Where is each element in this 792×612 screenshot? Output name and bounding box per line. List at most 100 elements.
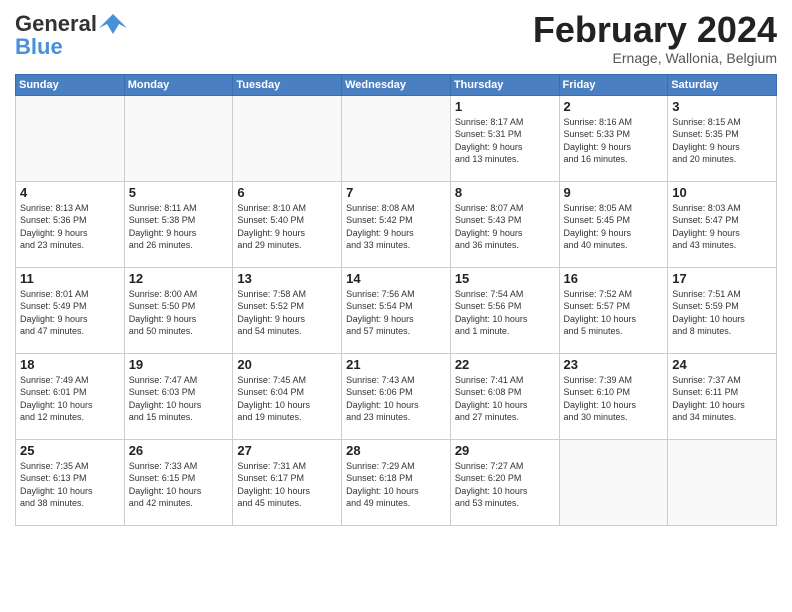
calendar-cell-w5-d5: 29Sunrise: 7:27 AM Sunset: 6:20 PM Dayli…: [450, 439, 559, 525]
day-info: Sunrise: 8:10 AM Sunset: 5:40 PM Dayligh…: [237, 202, 337, 252]
calendar-cell-w1-d4: [342, 95, 451, 181]
title-block: February 2024 Ernage, Wallonia, Belgium: [533, 10, 777, 66]
calendar-cell-w1-d7: 3 Sunrise: 8:15 AM Sunset: 5:35 PM Daylig…: [668, 95, 777, 181]
day-number: 15: [455, 271, 555, 286]
day-number: 3: [672, 99, 772, 114]
calendar-cell-w5-d4: 28Sunrise: 7:29 AM Sunset: 6:18 PM Dayli…: [342, 439, 451, 525]
calendar-cell-w1-d5: 1 Sunrise: 8:17 AM Sunset: 5:31 PM Daylig…: [450, 95, 559, 181]
header: General Blue February 2024 Ernage, Wallo…: [15, 10, 777, 66]
calendar-cell-w1-d1: [16, 95, 125, 181]
logo-blue: Blue: [15, 34, 63, 60]
month-title: February 2024: [533, 10, 777, 50]
week-row-5: 25 Sunrise: 7:35 AM Sunset: 6:13 PM Dayli…: [16, 439, 777, 525]
calendar-cell-w5-d2: 26 Sunrise: 7:33 AM Sunset: 6:15 PM Dayli…: [124, 439, 233, 525]
calendar-cell-w2-d7: 10 Sunrise: 8:03 AM Sunset: 5:47 PM Dayli…: [668, 181, 777, 267]
day-info: Sunrise: 7:35 AM Sunset: 6:13 PM Dayligh…: [20, 460, 120, 510]
calendar-cell-w3-d1: 11Sunrise: 8:01 AM Sunset: 5:49 PM Dayli…: [16, 267, 125, 353]
day-number: 19: [129, 357, 229, 372]
calendar-table: Sunday Monday Tuesday Wednesday Thursday…: [15, 74, 777, 526]
day-number: 9: [564, 185, 664, 200]
day-info: Sunrise: 8:16 AM Sunset: 5:33 PM Dayligh…: [564, 116, 664, 166]
calendar-cell-w4-d3: 20Sunrise: 7:45 AM Sunset: 6:04 PM Dayli…: [233, 353, 342, 439]
day-number: 8: [455, 185, 555, 200]
day-number: 28: [346, 443, 446, 458]
calendar-cell-w4-d4: 21Sunrise: 7:43 AM Sunset: 6:06 PM Dayli…: [342, 353, 451, 439]
day-info: Sunrise: 7:49 AM Sunset: 6:01 PM Dayligh…: [20, 374, 120, 424]
day-number: 26: [129, 443, 229, 458]
day-info: Sunrise: 8:13 AM Sunset: 5:36 PM Dayligh…: [20, 202, 120, 252]
calendar-cell-w2-d2: 5 Sunrise: 8:11 AM Sunset: 5:38 PM Daylig…: [124, 181, 233, 267]
day-info: Sunrise: 7:47 AM Sunset: 6:03 PM Dayligh…: [129, 374, 229, 424]
day-number: 18: [20, 357, 120, 372]
day-number: 12: [129, 271, 229, 286]
day-number: 25: [20, 443, 120, 458]
header-wednesday: Wednesday: [342, 74, 451, 95]
calendar-cell-w5-d3: 27 Sunrise: 7:31 AM Sunset: 6:17 PM Dayli…: [233, 439, 342, 525]
day-info: Sunrise: 8:03 AM Sunset: 5:47 PM Dayligh…: [672, 202, 772, 252]
calendar-cell-w4-d7: 24Sunrise: 7:37 AM Sunset: 6:11 PM Dayli…: [668, 353, 777, 439]
day-info: Sunrise: 8:15 AM Sunset: 5:35 PM Dayligh…: [672, 116, 772, 166]
day-number: 21: [346, 357, 446, 372]
day-number: 10: [672, 185, 772, 200]
location: Ernage, Wallonia, Belgium: [533, 50, 777, 66]
calendar-header-row: Sunday Monday Tuesday Wednesday Thursday…: [16, 74, 777, 95]
calendar-cell-w5-d1: 25 Sunrise: 7:35 AM Sunset: 6:13 PM Dayli…: [16, 439, 125, 525]
calendar-cell-w3-d2: 12 Sunrise: 8:00 AM Sunset: 5:50 PM Dayli…: [124, 267, 233, 353]
day-info: Sunrise: 7:33 AM Sunset: 6:15 PM Dayligh…: [129, 460, 229, 510]
day-number: 17: [672, 271, 772, 286]
day-info: Sunrise: 7:31 AM Sunset: 6:17 PM Dayligh…: [237, 460, 337, 510]
day-number: 4: [20, 185, 120, 200]
calendar-cell-w4-d2: 19 Sunrise: 7:47 AM Sunset: 6:03 PM Dayli…: [124, 353, 233, 439]
week-row-2: 4 Sunrise: 8:13 AM Sunset: 5:36 PM Daylig…: [16, 181, 777, 267]
calendar-cell-w1-d6: 2 Sunrise: 8:16 AM Sunset: 5:33 PM Daylig…: [559, 95, 668, 181]
calendar-cell-w4-d6: 23 Sunrise: 7:39 AM Sunset: 6:10 PM Dayli…: [559, 353, 668, 439]
day-number: 6: [237, 185, 337, 200]
day-info: Sunrise: 7:56 AM Sunset: 5:54 PM Dayligh…: [346, 288, 446, 338]
day-info: Sunrise: 7:58 AM Sunset: 5:52 PM Dayligh…: [237, 288, 337, 338]
week-row-1: 1 Sunrise: 8:17 AM Sunset: 5:31 PM Daylig…: [16, 95, 777, 181]
week-row-4: 18 Sunrise: 7:49 AM Sunset: 6:01 PM Dayli…: [16, 353, 777, 439]
calendar-cell-w5-d7: [668, 439, 777, 525]
week-row-3: 11Sunrise: 8:01 AM Sunset: 5:49 PM Dayli…: [16, 267, 777, 353]
header-tuesday: Tuesday: [233, 74, 342, 95]
header-saturday: Saturday: [668, 74, 777, 95]
calendar-cell-w3-d4: 14 Sunrise: 7:56 AM Sunset: 5:54 PM Dayli…: [342, 267, 451, 353]
calendar-cell-w5-d6: [559, 439, 668, 525]
calendar-cell-w2-d4: 7 Sunrise: 8:08 AM Sunset: 5:42 PM Daylig…: [342, 181, 451, 267]
day-info: Sunrise: 8:17 AM Sunset: 5:31 PM Dayligh…: [455, 116, 555, 166]
day-number: 23: [564, 357, 664, 372]
day-info: Sunrise: 8:11 AM Sunset: 5:38 PM Dayligh…: [129, 202, 229, 252]
day-info: Sunrise: 7:45 AM Sunset: 6:04 PM Dayligh…: [237, 374, 337, 424]
day-number: 16: [564, 271, 664, 286]
day-info: Sunrise: 8:05 AM Sunset: 5:45 PM Dayligh…: [564, 202, 664, 252]
day-info: Sunrise: 7:39 AM Sunset: 6:10 PM Dayligh…: [564, 374, 664, 424]
day-info: Sunrise: 7:52 AM Sunset: 5:57 PM Dayligh…: [564, 288, 664, 338]
day-info: Sunrise: 7:54 AM Sunset: 5:56 PM Dayligh…: [455, 288, 555, 338]
day-info: Sunrise: 7:51 AM Sunset: 5:59 PM Dayligh…: [672, 288, 772, 338]
day-number: 1: [455, 99, 555, 114]
day-number: 27: [237, 443, 337, 458]
calendar-cell-w2-d5: 8Sunrise: 8:07 AM Sunset: 5:43 PM Daylig…: [450, 181, 559, 267]
header-monday: Monday: [124, 74, 233, 95]
calendar-cell-w2-d3: 6 Sunrise: 8:10 AM Sunset: 5:40 PM Daylig…: [233, 181, 342, 267]
calendar-cell-w3-d6: 16 Sunrise: 7:52 AM Sunset: 5:57 PM Dayli…: [559, 267, 668, 353]
day-number: 13: [237, 271, 337, 286]
day-info: Sunrise: 7:37 AM Sunset: 6:11 PM Dayligh…: [672, 374, 772, 424]
day-number: 22: [455, 357, 555, 372]
calendar-cell-w1-d2: [124, 95, 233, 181]
day-number: 5: [129, 185, 229, 200]
page-container: General Blue February 2024 Ernage, Wallo…: [0, 0, 792, 531]
calendar-cell-w2-d6: 9 Sunrise: 8:05 AM Sunset: 5:45 PM Daylig…: [559, 181, 668, 267]
day-number: 2: [564, 99, 664, 114]
calendar-cell-w4-d1: 18 Sunrise: 7:49 AM Sunset: 6:01 PM Dayli…: [16, 353, 125, 439]
calendar-cell-w3-d7: 17 Sunrise: 7:51 AM Sunset: 5:59 PM Dayli…: [668, 267, 777, 353]
day-number: 14: [346, 271, 446, 286]
calendar-cell-w4-d5: 22Sunrise: 7:41 AM Sunset: 6:08 PM Dayli…: [450, 353, 559, 439]
day-number: 7: [346, 185, 446, 200]
day-info: Sunrise: 8:00 AM Sunset: 5:50 PM Dayligh…: [129, 288, 229, 338]
logo-bird-icon: [99, 10, 127, 38]
header-thursday: Thursday: [450, 74, 559, 95]
calendar-cell-w1-d3: [233, 95, 342, 181]
logo: General Blue: [15, 10, 127, 60]
day-info: Sunrise: 8:08 AM Sunset: 5:42 PM Dayligh…: [346, 202, 446, 252]
